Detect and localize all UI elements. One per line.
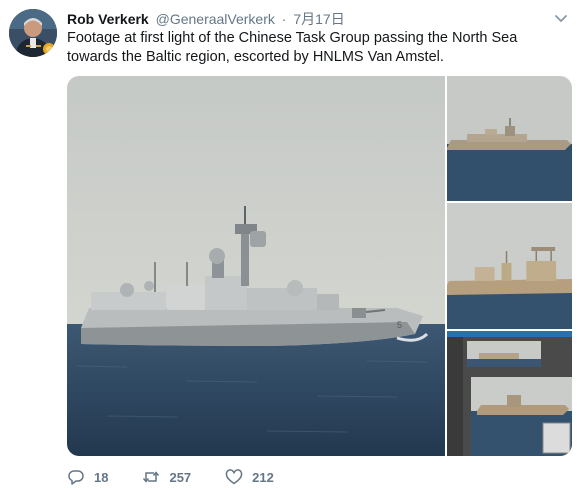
- media-image-supply-ship[interactable]: [447, 203, 572, 329]
- tweet-actions: 18 257 212: [67, 468, 308, 486]
- chevron-down-icon[interactable]: [554, 11, 568, 25]
- reply-button[interactable]: 18: [67, 468, 108, 486]
- retweet-icon: [143, 471, 160, 483]
- tweet-text: Footage at first light of the Chinese Ta…: [67, 30, 518, 65]
- like-count: 212: [252, 469, 274, 485]
- avatar[interactable]: [9, 9, 57, 57]
- avatar-image: [9, 9, 57, 57]
- reply-icon: [68, 470, 84, 485]
- tweet-header: Rob Verkerk @GeneraalVerkerk · 7月17日: [67, 9, 345, 29]
- media-image-frigate[interactable]: 5: [67, 76, 445, 456]
- tweet-media-grid: 5: [67, 76, 572, 456]
- media-image-ship-distant[interactable]: [447, 76, 572, 201]
- svg-text:5: 5: [397, 320, 402, 330]
- retweet-count: 257: [169, 469, 192, 485]
- heart-icon: [225, 469, 243, 485]
- like-button[interactable]: 212: [225, 468, 274, 486]
- media-image-screen-capture[interactable]: [447, 331, 572, 456]
- retweet-button[interactable]: 257: [142, 468, 191, 486]
- author-handle[interactable]: @GeneraalVerkerk: [156, 11, 275, 27]
- reply-count: 18: [94, 469, 109, 485]
- tweet-timestamp[interactable]: 7月17日: [293, 11, 344, 27]
- header-separator: ·: [281, 11, 287, 27]
- author-name[interactable]: Rob Verkerk: [67, 11, 149, 27]
